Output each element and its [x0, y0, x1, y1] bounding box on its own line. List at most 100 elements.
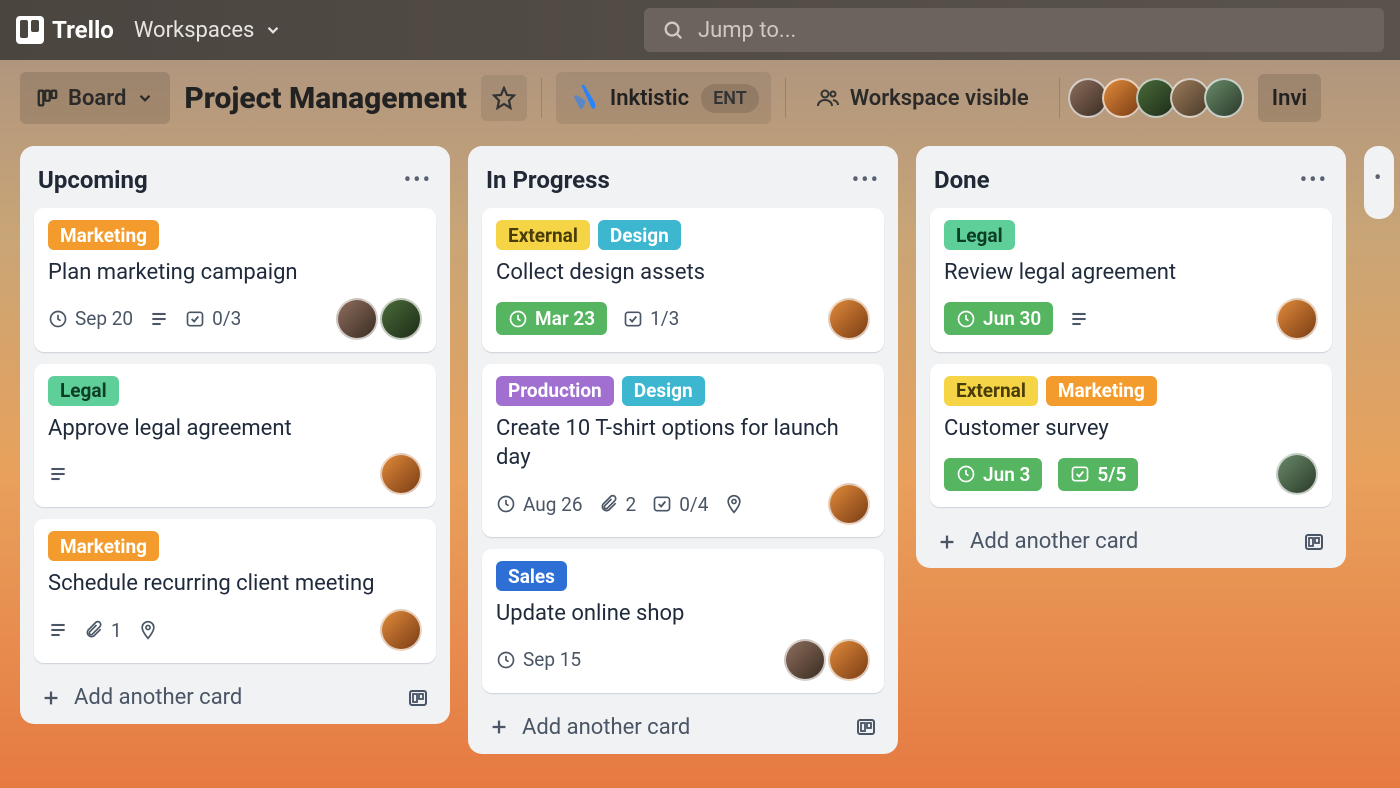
card-badge-description: [48, 464, 68, 484]
search-icon: [662, 19, 684, 41]
star-button[interactable]: [481, 75, 527, 121]
card[interactable]: Sales Update online shop Sep 15: [482, 549, 884, 693]
logo[interactable]: Trello: [16, 16, 114, 44]
card-members[interactable]: [338, 298, 422, 340]
visibility-button[interactable]: Workspace visible: [800, 72, 1045, 124]
search-placeholder: Jump to...: [698, 18, 796, 43]
card-label[interactable]: Legal: [944, 220, 1015, 250]
card-title: Plan marketing campaign: [48, 258, 422, 288]
add-card-button[interactable]: Add another card: [40, 685, 242, 710]
card-template-button[interactable]: [406, 686, 430, 710]
tier-chip: ENT: [701, 84, 759, 113]
card-members[interactable]: [382, 609, 422, 651]
list-menu-button[interactable]: •••: [1300, 168, 1328, 193]
workspace-badge[interactable]: Inktistic ENT: [556, 72, 771, 124]
list: Upcoming ••• Marketing Plan marketing cam…: [20, 146, 450, 724]
avatar[interactable]: [380, 453, 422, 495]
card-title: Collect design assets: [496, 258, 870, 288]
card-members[interactable]: [786, 639, 870, 681]
view-switcher[interactable]: Board: [20, 72, 170, 124]
card-badge-clock: Jun 30: [944, 302, 1053, 335]
card[interactable]: Legal Review legal agreement Jun 30: [930, 208, 1332, 352]
card-badge-description: [149, 309, 169, 329]
add-card-button[interactable]: Add another card: [488, 715, 690, 740]
avatar[interactable]: [380, 298, 422, 340]
card-title: Update online shop: [496, 599, 870, 629]
avatar[interactable]: [1276, 298, 1318, 340]
list-title[interactable]: Upcoming: [38, 166, 148, 194]
separator: [785, 78, 786, 118]
list-title[interactable]: Done: [934, 166, 990, 194]
atlassian-icon: [568, 83, 598, 113]
card-label[interactable]: Marketing: [48, 220, 159, 250]
workspace-name: Inktistic: [610, 86, 689, 111]
card-label[interactable]: Production: [496, 376, 614, 406]
add-card-button[interactable]: Add another card: [936, 529, 1138, 554]
top-nav: Trello Workspaces Jump to...: [0, 0, 1400, 60]
card-title: Create 10 T-shirt options for launch day: [496, 414, 870, 473]
visibility-label: Workspace visible: [850, 86, 1029, 111]
board-header: Board Project Management Inktistic ENT W…: [0, 60, 1400, 136]
card-label[interactable]: External: [496, 220, 590, 250]
card-badge-clock: Mar 23: [496, 302, 607, 335]
card-badge-description: [1069, 309, 1089, 329]
avatar[interactable]: [336, 298, 378, 340]
card-badge-checklist: 1/3: [623, 307, 679, 330]
board-canvas: Upcoming ••• Marketing Plan marketing cam…: [0, 136, 1400, 764]
card-label[interactable]: Design: [622, 376, 705, 406]
card-label[interactable]: Marketing: [48, 531, 159, 561]
list: Done ••• Legal Review legal agreement Jun …: [916, 146, 1346, 568]
chevron-down-icon: [136, 89, 154, 107]
card-members[interactable]: [1278, 298, 1318, 340]
workspaces-dropdown[interactable]: Workspaces: [134, 18, 283, 43]
card-label[interactable]: External: [944, 376, 1038, 406]
avatar[interactable]: [828, 639, 870, 681]
invite-label: Invi: [1272, 86, 1307, 111]
avatar[interactable]: [784, 639, 826, 681]
card-members[interactable]: [830, 298, 870, 340]
card[interactable]: LegalApprove legal agreement: [34, 364, 436, 508]
card[interactable]: MarketingPlan marketing campaignSep 200/…: [34, 208, 436, 352]
card-label[interactable]: Legal: [48, 376, 119, 406]
card-label[interactable]: Sales: [496, 561, 567, 591]
card-badge-clock: Sep 15: [496, 648, 581, 671]
search-input[interactable]: Jump to...: [644, 8, 1384, 52]
card-members[interactable]: [830, 483, 870, 525]
card-badge-location: [724, 494, 744, 514]
board-title[interactable]: Project Management: [184, 81, 467, 116]
member-avatars[interactable]: [1074, 78, 1244, 118]
card[interactable]: External Design Collect design assets Mar 2…: [482, 208, 884, 352]
card-title: Review legal agreement: [944, 258, 1318, 288]
avatar[interactable]: [1204, 78, 1244, 118]
list-menu-button[interactable]: •: [1374, 166, 1383, 191]
card-title: Customer survey: [944, 414, 1318, 444]
card[interactable]: MarketingSchedule recurring client meeti…: [34, 519, 436, 663]
card-badge-checklist: 5/5: [1058, 458, 1138, 491]
card-badge-checklist: 0/4: [652, 493, 708, 516]
chevron-down-icon: [264, 21, 282, 39]
avatar[interactable]: [380, 609, 422, 651]
people-icon: [816, 86, 840, 110]
card-template-button[interactable]: [1302, 530, 1326, 554]
card-template-button[interactable]: [854, 715, 878, 739]
trello-icon: [16, 16, 44, 44]
card-badge-clock: Aug 26: [496, 493, 583, 516]
card-badge-clock: Jun 3: [944, 458, 1042, 491]
card-members[interactable]: [382, 453, 422, 495]
app-name: Trello: [52, 16, 114, 44]
card-badge-description: [48, 620, 68, 640]
card[interactable]: External Marketing Customer survey Jun 3 5/5: [930, 364, 1332, 508]
avatar[interactable]: [828, 483, 870, 525]
invite-button[interactable]: Invi: [1258, 74, 1321, 122]
avatar[interactable]: [828, 298, 870, 340]
card[interactable]: Production Design Create 10 T-shirt option…: [482, 364, 884, 537]
list-menu-button[interactable]: •••: [852, 168, 880, 193]
card-badge-location: [138, 620, 158, 640]
star-icon: [492, 86, 516, 110]
card-members[interactable]: [1278, 453, 1318, 495]
card-label[interactable]: Design: [598, 220, 681, 250]
avatar[interactable]: [1276, 453, 1318, 495]
card-label[interactable]: Marketing: [1046, 376, 1157, 406]
list-title[interactable]: In Progress: [486, 166, 610, 194]
list-menu-button[interactable]: •••: [404, 168, 432, 193]
